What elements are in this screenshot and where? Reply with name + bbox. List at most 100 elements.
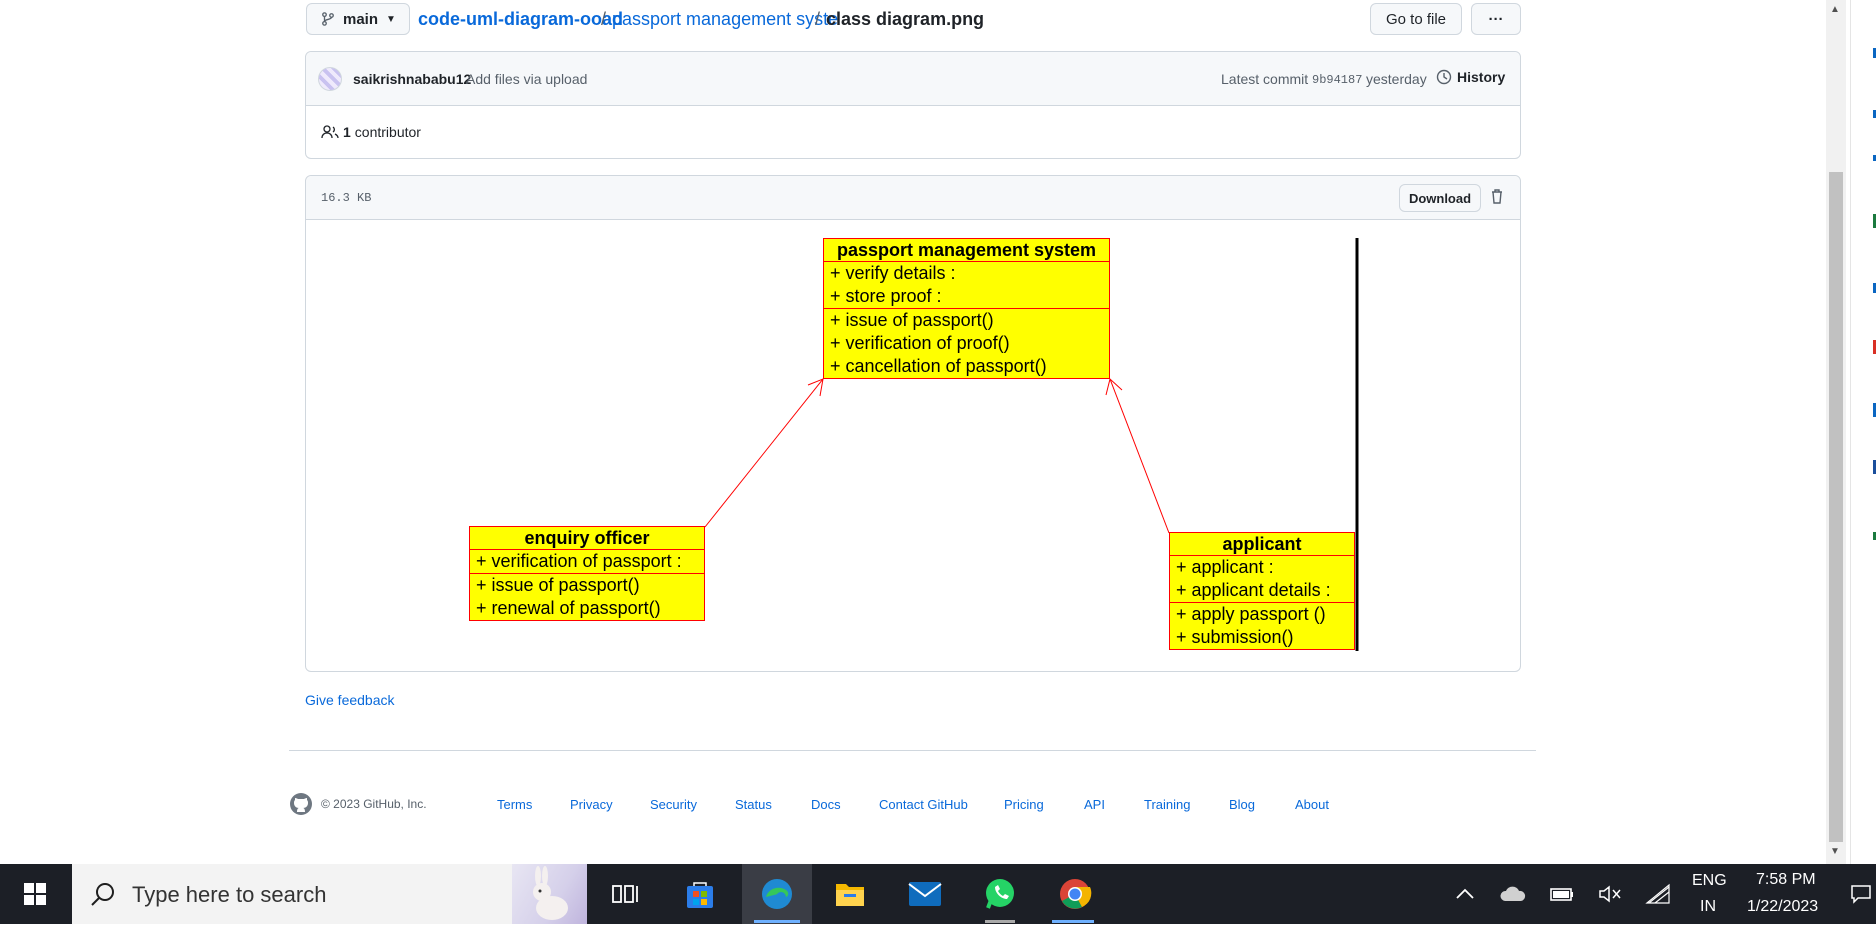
contributors-row[interactable]: 1 contributor	[321, 124, 421, 140]
footer-divider	[289, 750, 1536, 751]
branch-selector[interactable]: main ▼	[306, 3, 410, 35]
scrollbar-thumb[interactable]	[1829, 172, 1843, 842]
uml-class-applicant: applicant + applicant : + applicant deta…	[1169, 532, 1355, 650]
breadcrumb-repo[interactable]: code-uml-diagram-ooad	[418, 9, 623, 30]
class-attribute: + verification of passport :	[476, 551, 682, 571]
association-line-applicant	[1109, 378, 1170, 534]
class-attribute: + applicant :	[1176, 557, 1274, 577]
association-line-officer	[704, 378, 824, 528]
class-attributes: + applicant : + applicant details :	[1170, 556, 1354, 603]
file-size: 16.3 KB	[321, 191, 372, 205]
commit-box	[305, 51, 1521, 159]
class-operations: + issue of passport() + verification of …	[824, 309, 1109, 378]
onedrive-icon[interactable]	[1493, 874, 1533, 914]
footer-link-about[interactable]: About	[1295, 797, 1329, 812]
breadcrumb-separator: /	[815, 9, 821, 29]
github-logo-icon[interactable]	[289, 792, 313, 816]
footer-link-training[interactable]: Training	[1144, 797, 1190, 812]
more-options-button[interactable]: ···	[1471, 3, 1521, 35]
footer-link-security[interactable]: Security	[650, 797, 697, 812]
class-operation: + renewal of passport()	[476, 598, 661, 618]
footer-link-privacy[interactable]: Privacy	[570, 797, 613, 812]
class-attribute: + store proof :	[830, 286, 942, 306]
uml-class-passport-system: passport management system + verify deta…	[823, 238, 1110, 379]
class-title: applicant	[1170, 533, 1354, 556]
footer-link-contact[interactable]: Contact GitHub	[879, 797, 968, 812]
edge-active-indicator	[754, 920, 800, 923]
class-operation: + cancellation of passport()	[830, 356, 1047, 376]
file-explorer-icon[interactable]	[830, 874, 870, 914]
footer-link-blog[interactable]: Blog	[1229, 797, 1255, 812]
class-title: passport management system	[824, 239, 1109, 262]
task-view-icon[interactable]	[605, 874, 645, 914]
class-attributes: + verify details : + store proof :	[824, 262, 1109, 309]
history-label: History	[1457, 69, 1506, 85]
class-attribute: + applicant details :	[1176, 580, 1331, 600]
search-icon	[91, 883, 114, 906]
latest-commit-label: Latest commit	[1221, 71, 1309, 87]
git-branch-icon	[322, 12, 334, 26]
class-operation: + apply passport ()	[1176, 604, 1326, 624]
language-indicator-bottom[interactable]: IN	[1700, 898, 1716, 916]
commit-time: yesterday	[1366, 71, 1427, 87]
history-link[interactable]: History	[1436, 69, 1505, 85]
branch-name: main	[343, 10, 379, 28]
class-operation: + issue of passport()	[476, 575, 640, 595]
chrome-indicator	[1052, 920, 1094, 923]
class-operation: + submission()	[1176, 627, 1294, 647]
wifi-icon[interactable]	[1638, 874, 1678, 914]
class-operation: + verification of proof()	[830, 333, 1010, 353]
trash-icon[interactable]	[1490, 188, 1508, 208]
footer-link-docs[interactable]: Docs	[811, 797, 841, 812]
contributor-label: contributor	[354, 124, 421, 140]
clock-time[interactable]: 7:58 PM	[1756, 871, 1816, 889]
file-viewer-header	[306, 176, 1520, 220]
search-placeholder: Type here to search	[132, 882, 327, 907]
give-feedback-link[interactable]: Give feedback	[305, 692, 395, 708]
breadcrumb-folder[interactable]: passport management syste	[612, 9, 838, 30]
breadcrumb-file: class diagram.png	[826, 9, 985, 29]
commit-hash[interactable]: 9b94187	[1312, 73, 1362, 87]
go-to-file-button[interactable]: Go to file	[1370, 3, 1462, 35]
class-operations: + issue of passport() + renewal of passp…	[470, 574, 704, 620]
avatar[interactable]	[318, 67, 342, 91]
class-title: enquiry officer	[470, 527, 704, 550]
scroll-up-icon[interactable]: ▲	[1830, 4, 1840, 15]
class-attributes: + verification of passport :	[470, 550, 704, 574]
volume-muted-icon[interactable]	[1590, 874, 1630, 914]
class-operation: + issue of passport()	[830, 310, 994, 330]
footer-link-pricing[interactable]: Pricing	[1004, 797, 1044, 812]
chevron-up-icon[interactable]	[1445, 874, 1485, 914]
footer-link-terms[interactable]: Terms	[497, 797, 532, 812]
bunny-illustration-icon	[512, 864, 587, 924]
arrowhead	[1105, 378, 1123, 396]
side-panel-edge	[1850, 0, 1876, 864]
breadcrumb-separator: /	[601, 9, 607, 29]
history-icon	[1436, 69, 1452, 85]
contributor-count: 1	[343, 124, 351, 140]
chrome-icon[interactable]	[1055, 874, 1095, 914]
class-operations: + apply passport () + submission()	[1170, 603, 1354, 649]
clock-date[interactable]: 1/22/2023	[1747, 898, 1818, 916]
class-attribute: + verify details :	[830, 263, 956, 283]
whatsapp-icon[interactable]	[980, 874, 1020, 914]
edge-icon[interactable]	[757, 874, 797, 914]
store-icon[interactable]	[680, 874, 720, 914]
notifications-icon[interactable]	[1846, 874, 1876, 914]
browser-viewport: main ▼ code-uml-diagram-ooad / passport …	[0, 0, 1876, 864]
mail-icon[interactable]	[905, 874, 945, 914]
chevron-down-icon: ▼	[386, 13, 396, 25]
commit-author[interactable]: saikrishnababu12	[353, 71, 471, 87]
download-button[interactable]: Download	[1399, 184, 1481, 212]
footer-link-api[interactable]: API	[1084, 797, 1105, 812]
uml-class-enquiry-officer: enquiry officer + verification of passpo…	[469, 526, 705, 621]
commit-message[interactable]: Add files via upload	[466, 71, 587, 87]
footer-link-status[interactable]: Status	[735, 797, 772, 812]
battery-icon[interactable]	[1542, 874, 1582, 914]
taskbar-search-box[interactable]: Type here to search	[72, 864, 587, 924]
scroll-down-icon[interactable]: ▼	[1830, 846, 1840, 857]
windows-start-icon[interactable]	[15, 874, 55, 914]
language-indicator-top[interactable]: ENG	[1692, 872, 1727, 890]
whatsapp-indicator	[985, 920, 1015, 923]
footer-copyright: © 2023 GitHub, Inc.	[321, 797, 427, 811]
